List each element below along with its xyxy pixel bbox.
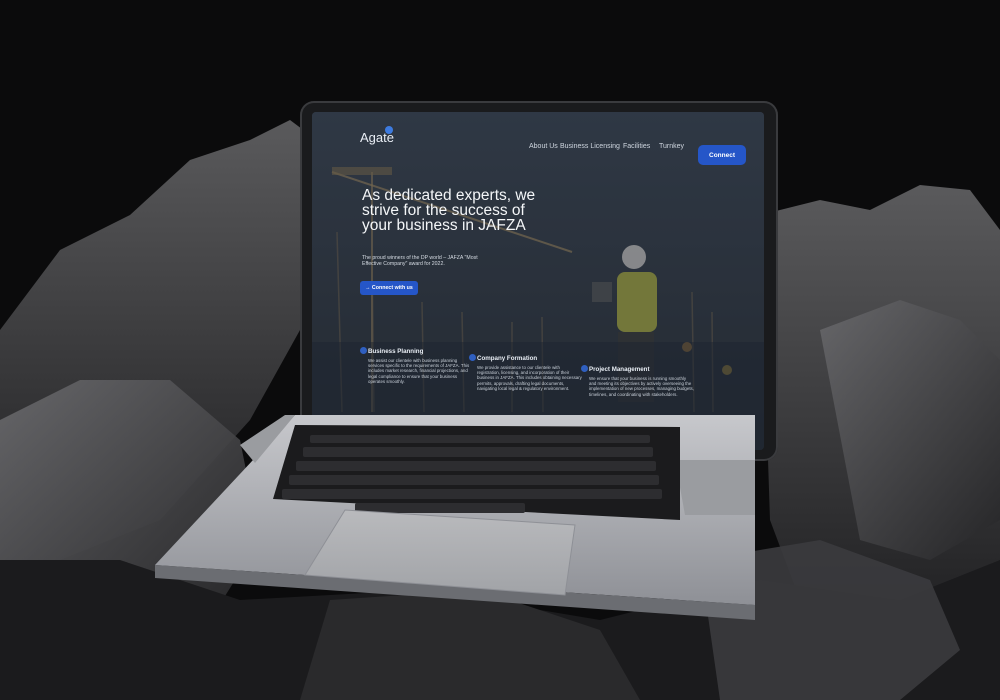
project-management-icon (581, 365, 588, 372)
service-title: Project Management (589, 366, 650, 373)
logo-mark-icon (385, 126, 393, 134)
service-business-planning[interactable]: Business Planning We assist our clientel… (360, 347, 473, 384)
nav-turnkey[interactable]: Turnkey (659, 143, 684, 150)
hero-title: As dedicated experts, we strive for the … (362, 187, 536, 234)
service-title: Company Formation (477, 355, 538, 362)
nav-business-licensing[interactable]: Business Licensing (560, 143, 620, 150)
service-project-management[interactable]: Project Management We ensure that your b… (581, 365, 694, 397)
nav-facilities[interactable]: Facilities (623, 143, 650, 150)
service-title: Business Planning (368, 348, 424, 355)
laptop-screen: Agate About Us Business Licensing Facili… (312, 112, 764, 450)
hero-subtitle: The proud winners of the DP world – JAFZ… (362, 255, 478, 268)
connect-button[interactable]: Connect (698, 145, 746, 165)
service-text: We ensure that your business is running … (589, 376, 694, 397)
service-company-formation[interactable]: Company Formation We provide assistance … (469, 354, 582, 391)
laptop-base (155, 415, 755, 620)
nav-about-us[interactable]: About Us (529, 143, 558, 150)
company-formation-icon (469, 354, 476, 361)
business-planning-icon (360, 347, 367, 354)
scene: Agate About Us Business Licensing Facili… (0, 0, 1000, 700)
service-text: We assist our clientele with business pl… (368, 358, 470, 384)
site-navbar: Agate About Us Business Licensing Facili… (312, 112, 764, 165)
service-text: We provide assistance to our clientele w… (477, 365, 582, 391)
connect-with-us-button[interactable]: → Connect with us (360, 281, 418, 295)
